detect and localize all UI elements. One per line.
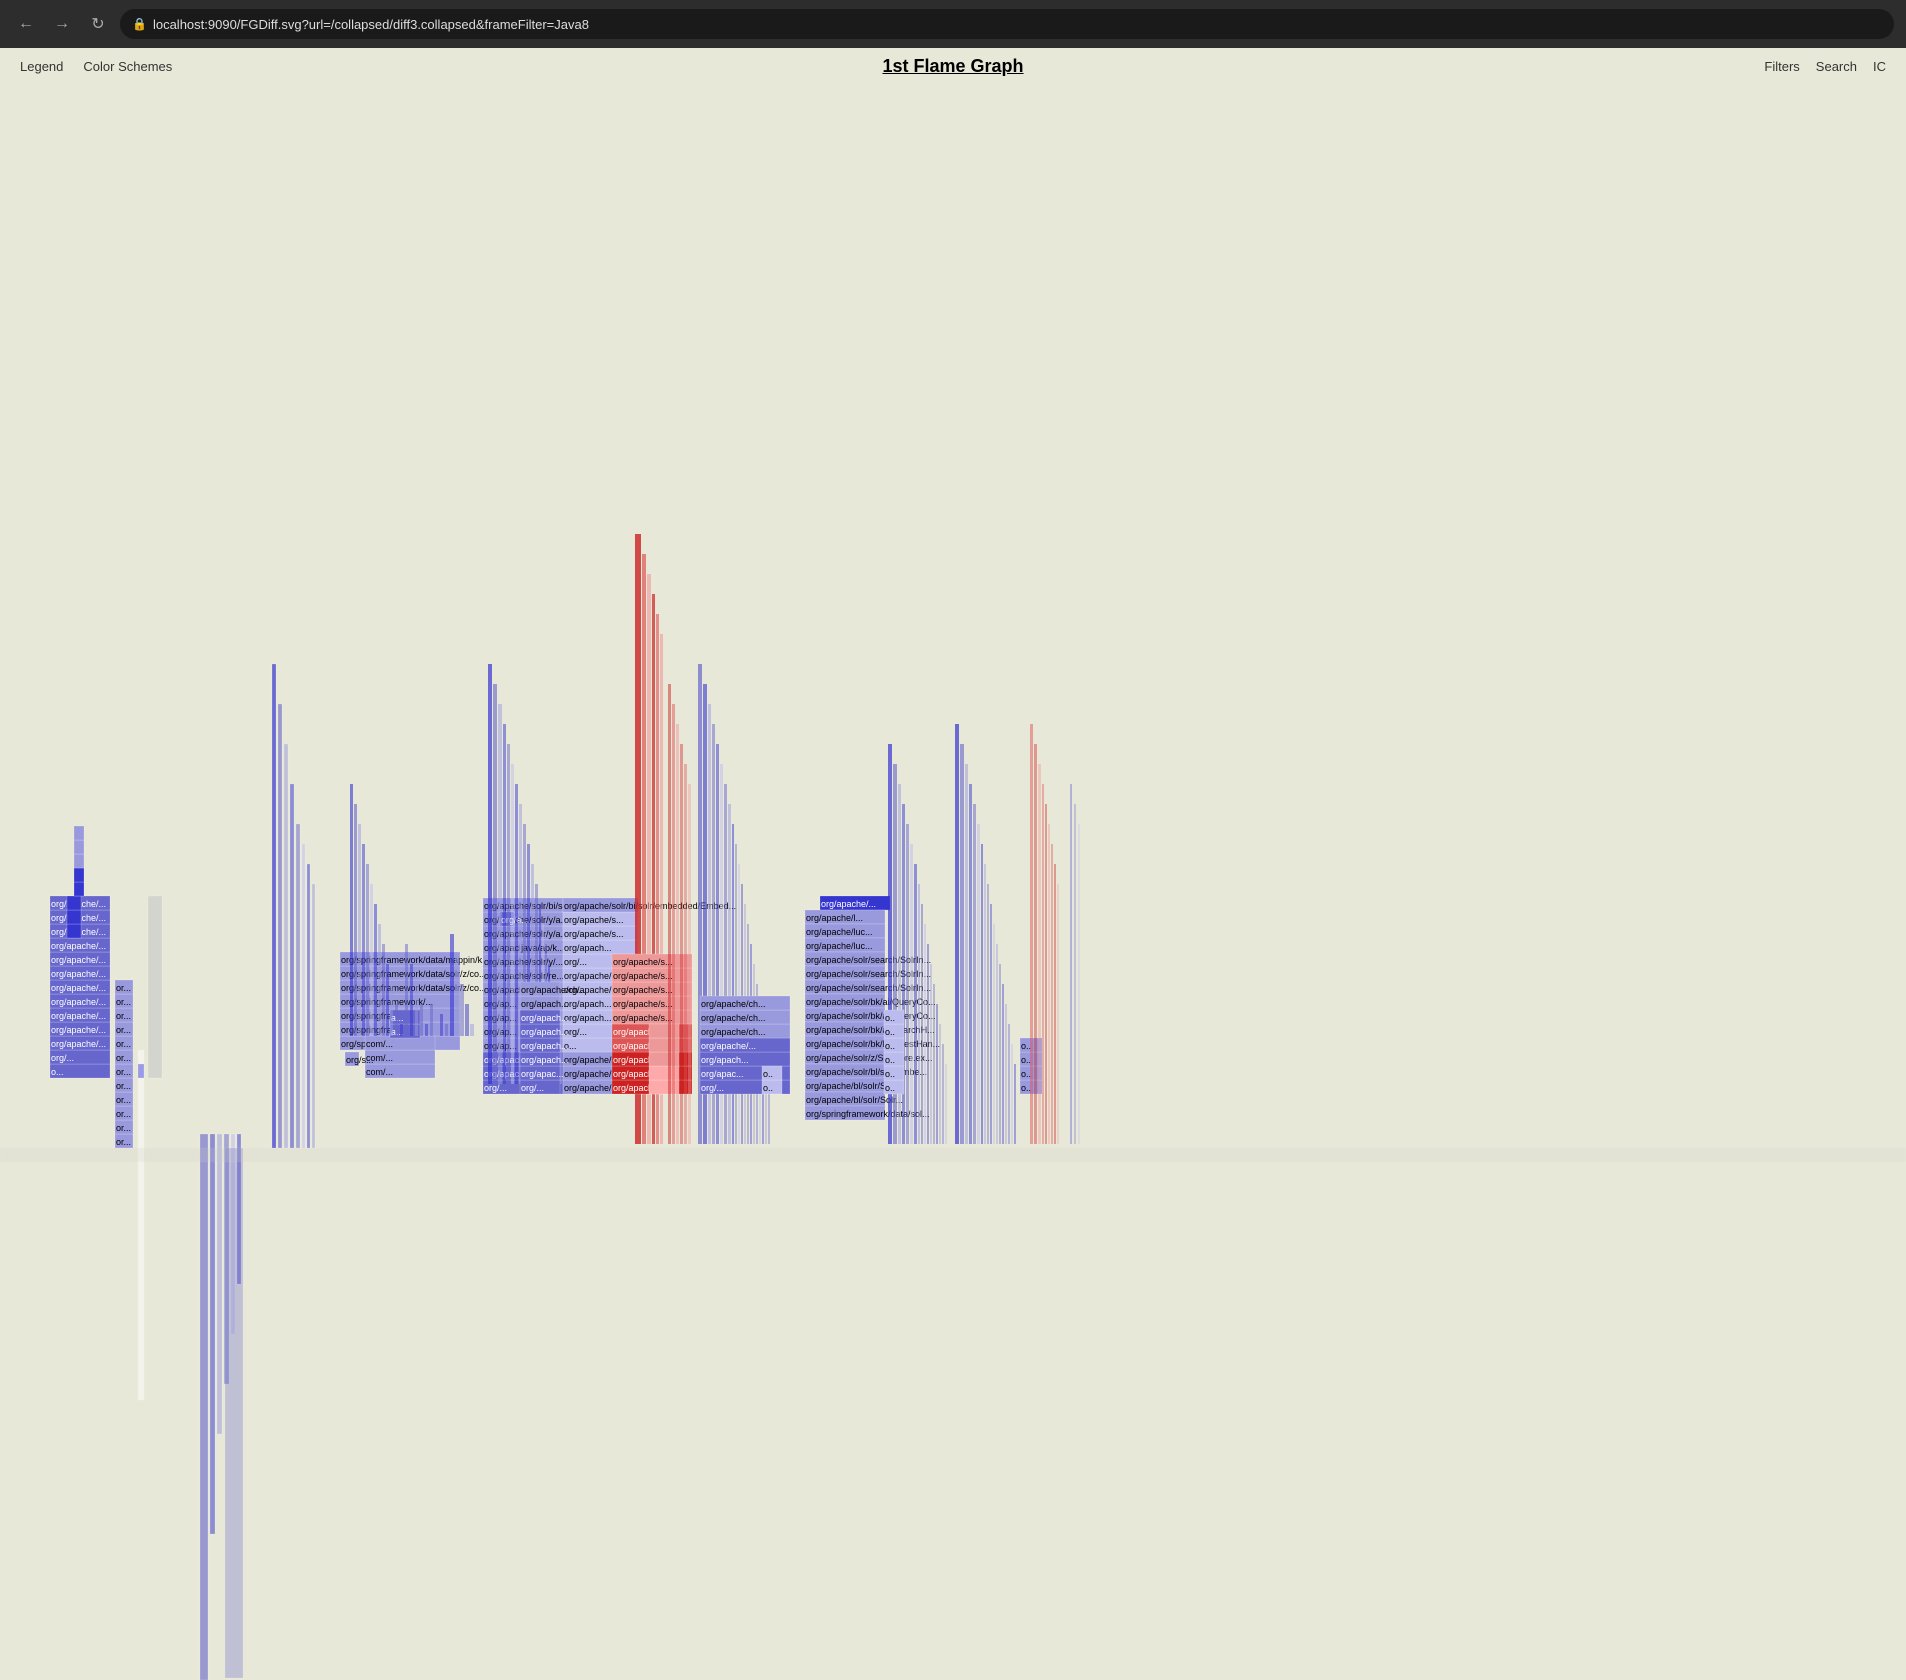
flamegraph-title: 1st Flame Graph: [882, 56, 1023, 77]
svg-text:o..: o..: [763, 1083, 773, 1093]
svg-text:o..: o..: [1021, 1041, 1031, 1051]
svg-text:org/apache/s...: org/apache/s...: [564, 915, 624, 925]
svg-text:org/apache/...: org/apache/...: [51, 983, 106, 993]
svg-text:org/apach...: org/apach...: [564, 999, 612, 1009]
svg-text:org/...: org/...: [51, 1053, 74, 1063]
svg-text:org/...: org/...: [484, 1083, 507, 1093]
svg-text:org/apach...: org/apach...: [521, 1041, 569, 1051]
browser-chrome: ← → ↻ 🔒 localhost:9090/FGDiff.svg?url=/c…: [0, 0, 1906, 48]
svg-text:com/...: com/...: [366, 1067, 393, 1077]
svg-text:org/apache/...: org/apache/...: [51, 955, 106, 965]
svg-text:o..: o..: [1021, 1069, 1031, 1079]
svg-text:org/apach...: org/apach...: [564, 943, 612, 953]
svg-text:o...: o...: [51, 1067, 64, 1077]
svg-text:org/apache/...: org/apache/...: [701, 1041, 756, 1051]
svg-text:o..: o..: [885, 1041, 895, 1051]
svg-text:org/apach...: org/apach...: [521, 1013, 569, 1023]
svg-text:org/apache/s...: org/apache/s...: [564, 929, 624, 939]
svg-text:or...: or...: [116, 1123, 131, 1133]
svg-text:org/apache/ch...: org/apache/ch...: [521, 985, 586, 995]
svg-text:org/apache/s...: org/apache/s...: [613, 999, 673, 1009]
svg-text:org/apach...: org/apach...: [701, 1055, 749, 1065]
svg-text:org/apache/ch...: org/apache/ch...: [701, 1013, 766, 1023]
color-schemes-link[interactable]: Color Schemes: [83, 59, 172, 74]
svg-text:o..: o..: [885, 1013, 895, 1023]
svg-text:org/apache/s...: org/apache/s...: [613, 985, 673, 995]
flamegraph-area[interactable]: o... org/... org/apache/... org/apache/.…: [0, 84, 1906, 1680]
svg-text:org/apache/...: org/apache/...: [51, 969, 106, 979]
lock-icon: 🔒: [132, 17, 147, 31]
legend-link[interactable]: Legend: [20, 59, 63, 74]
svg-text:org/apac...: org/apac...: [701, 1069, 744, 1079]
toolbar-right: Filters Search IC: [1764, 59, 1886, 74]
svg-text:org/apache/l...: org/apache/l...: [806, 913, 863, 923]
svg-text:org/apach...: org/apach...: [564, 1013, 612, 1023]
svg-text:org/apache/...: org/apache/...: [51, 1039, 106, 1049]
svg-text:org/apache/s...: org/apache/s...: [613, 971, 673, 981]
toolbar-left: Legend Color Schemes: [20, 59, 172, 74]
url-text: localhost:9090/FGDiff.svg?url=/collapsed…: [153, 17, 589, 32]
svg-text:org/apache/...: org/apache/...: [51, 1025, 106, 1035]
svg-text:org/apach...: org/apach...: [521, 1027, 569, 1037]
svg-text:org/apache/...: org/apache/...: [51, 1011, 106, 1021]
svg-text:org/s...: org/s...: [346, 1055, 374, 1065]
ic-link[interactable]: IC: [1873, 59, 1886, 74]
svg-text:org/apache/luc...: org/apache/luc...: [806, 927, 873, 937]
svg-text:org/apache/s...: org/apache/s...: [613, 957, 673, 967]
flamegraph-svg[interactable]: o... org/... org/apache/... org/apache/.…: [0, 84, 1906, 1680]
svg-text:or...: or...: [116, 1081, 131, 1091]
svg-text:org/apache/...: org/apache/...: [821, 899, 876, 909]
filters-link[interactable]: Filters: [1764, 59, 1799, 74]
svg-text:org/...: org/...: [564, 957, 587, 967]
toolbar: Legend Color Schemes 1st Flame Graph Fil…: [0, 48, 1906, 84]
svg-text:org/apach...: org/apach...: [521, 1055, 569, 1065]
svg-text:o..: o..: [1021, 1083, 1031, 1093]
svg-text:or...: or...: [116, 1025, 131, 1035]
far-right-area: [1070, 784, 1080, 1144]
svg-text:org/apache/...: org/apache/...: [51, 997, 106, 1007]
page-content: Legend Color Schemes 1st Flame Graph Fil…: [0, 48, 1906, 1680]
svg-text:org/...: org/...: [521, 1083, 544, 1093]
svg-text:o..: o..: [1021, 1055, 1031, 1065]
svg-text:org/apach...: org/apach...: [521, 999, 569, 1009]
svg-text:or...: or...: [116, 1137, 131, 1147]
svg-text:org/apache/luc...: org/apache/luc...: [806, 941, 873, 951]
svg-text:o..: o..: [885, 1069, 895, 1079]
svg-text:or...: or...: [116, 1053, 131, 1063]
svg-text:org/apac...: org/apac...: [521, 1069, 564, 1079]
svg-text:or...: or...: [116, 1109, 131, 1119]
svg-text:org/apache/solr/z/SolrCore.ex.: org/apache/solr/z/SolrCore.ex...: [806, 1053, 933, 1063]
svg-text:or...: or...: [116, 1095, 131, 1105]
back-button[interactable]: ←: [12, 10, 40, 38]
svg-text:com/...: com/...: [366, 1039, 393, 1049]
svg-text:org/apache/...: org/apache/...: [51, 941, 106, 951]
svg-text:org/...: org/...: [701, 1083, 724, 1093]
second-cluster[interactable]: [225, 1148, 243, 1678]
svg-text:o..: o..: [885, 1027, 895, 1037]
forward-button[interactable]: →: [48, 10, 76, 38]
svg-text:org/apache/ch...: org/apache/ch...: [701, 1027, 766, 1037]
svg-text:or...: or...: [116, 997, 131, 1007]
svg-text:o..: o..: [763, 1069, 773, 1079]
reload-button[interactable]: ↻: [84, 10, 112, 38]
address-bar[interactable]: 🔒 localhost:9090/FGDiff.svg?url=/collaps…: [120, 9, 1894, 39]
svg-text:or...: or...: [116, 1067, 131, 1077]
svg-text:or...: or...: [116, 1039, 131, 1049]
svg-text:o..: o..: [885, 1055, 895, 1065]
svg-text:org/apache/ch...: org/apache/ch...: [701, 999, 766, 1009]
search-link[interactable]: Search: [1816, 59, 1857, 74]
svg-text:org/apache/s...: org/apache/s...: [613, 1013, 673, 1023]
svg-text:or...: or...: [116, 1011, 131, 1021]
svg-text:or...: or...: [116, 983, 131, 993]
svg-text:o..: o..: [885, 1083, 895, 1093]
